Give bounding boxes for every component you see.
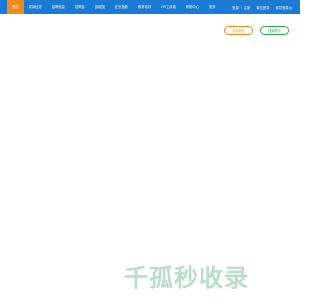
nav-item-home[interactable]: 首页	[7, 0, 24, 14]
nav-item-hr-toolbox[interactable]: HR工具箱	[156, 0, 181, 14]
action-buttons: 发布职位 搜索职位	[224, 26, 289, 35]
nav-item-help-center[interactable]: 帮助中心	[181, 0, 204, 14]
post-job-button[interactable]: 发布职位	[224, 26, 253, 35]
watermark: 千孤秒收录	[124, 262, 272, 292]
top-navigation-bar: 首页 质量信息 招聘信息 招聘会 鑫软国 在业指数 教育培训 HR工具箱 帮助中…	[0, 0, 300, 14]
nav-item-job-info[interactable]: 招聘信息	[47, 0, 70, 14]
find-job-button[interactable]: 搜索职位	[260, 26, 289, 35]
leader-login-link[interactable]: 领导登录派	[276, 5, 292, 10]
nav-item-4[interactable]: 鑫软国	[90, 0, 110, 14]
nav-item-education-training[interactable]: 教育培训	[133, 0, 156, 14]
nav-item-employment-index[interactable]: 在业指数	[110, 0, 133, 14]
nav-account-links: 登录 | 注册 单位登录 领导登录派	[232, 0, 292, 14]
nav-menu: 首页 质量信息 招聘信息 招聘会 鑫软国 在业指数 教育培训 HR工具箱 帮助中…	[7, 0, 221, 14]
nav-item-more[interactable]: 更多	[204, 0, 221, 14]
watermark-text: 千孤秒收录	[124, 263, 249, 292]
employer-login-link[interactable]: 单位登录	[256, 5, 269, 10]
login-link[interactable]: 登录	[232, 5, 239, 10]
separator: |	[240, 5, 242, 9]
nav-item-quality-info[interactable]: 质量信息	[24, 0, 47, 14]
login-register-group: 登录 | 注册	[232, 5, 250, 10]
nav-item-job-fair[interactable]: 招聘会	[70, 0, 90, 14]
register-link[interactable]: 注册	[244, 5, 251, 10]
